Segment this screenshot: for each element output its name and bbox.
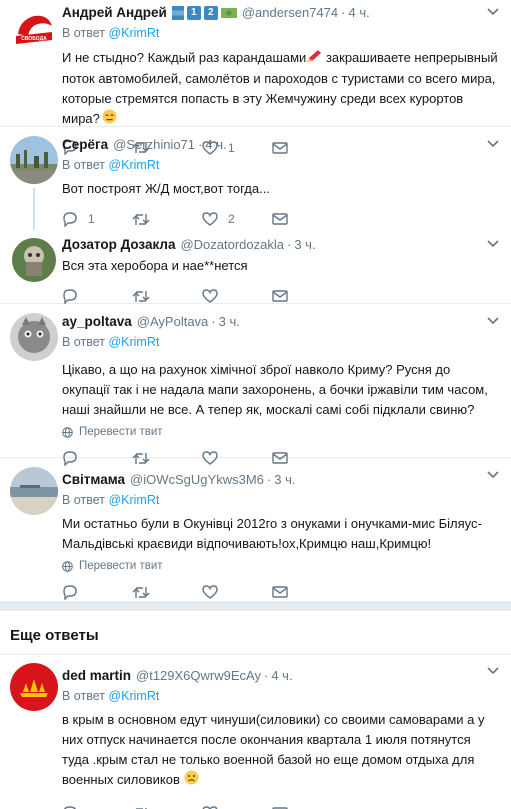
reply-to-line: В ответ @KrimRt [62,335,160,349]
reply-button[interactable] [62,805,132,809]
heart-icon [202,585,218,599]
money-icon [220,7,237,19]
tweet-text: Цікаво, а що на рахунок хімічної зброї н… [62,362,488,417]
reply-to-line: В ответ @KrimRt [62,689,160,703]
reply-to-line: В ответ @KrimRt [62,26,160,40]
timestamp[interactable]: 4 ч. [205,136,226,154]
flag-icon [171,6,184,20]
avatar-logo-icon [10,663,58,711]
translate-tweet-link[interactable]: Перевести твит [62,560,501,572]
author-name[interactable]: Серёга [62,136,108,154]
reply-to-link[interactable]: @KrimRt [108,493,159,507]
avatar[interactable] [10,136,58,184]
author-name[interactable]: Дозатор Дозакла [62,236,175,254]
reply-button[interactable]: 1 [62,211,132,227]
retweet-button[interactable] [132,213,202,226]
reply-to-link[interactable]: @KrimRt [108,689,159,703]
keycap-one-icon: 1 [186,6,201,20]
author-name[interactable]: Світмама [62,471,125,489]
tweet-actions: 1 2 [62,211,501,227]
svg-text:СВОБОДА: СВОБОДА [21,36,47,42]
author-name[interactable]: ay_poltava [62,313,132,331]
timestamp[interactable]: 3 ч. [294,236,315,254]
pencil-icon [306,49,322,69]
tweet[interactable]: ded martin @t129X6Qwrw9EcAy · 4 ч. В отв… [0,655,511,809]
envelope-icon [272,290,288,302]
like-button[interactable]: 2 [202,212,272,226]
envelope-icon [272,586,288,598]
author-name[interactable]: ded martin [62,667,131,685]
envelope-icon [272,213,288,225]
retweet-icon [132,290,150,302]
avatar[interactable] [10,663,58,711]
tweet-text: в крым в основном едут чинуши(силовики) … [62,710,501,791]
section-separator [0,601,511,611]
tweet[interactable]: Світмама @iOWcSgUgYkws3M6 · 3 ч. В ответ… [0,459,511,600]
author-handle[interactable]: @Serzhinio71 [113,136,195,154]
retweet-button[interactable] [132,586,202,599]
avatar-logo-icon: СВОБОДА [10,6,58,54]
timestamp[interactable]: 3 ч. [274,471,295,489]
author-handle[interactable]: @t129X6Qwrw9EcAy [136,667,261,685]
author-handle[interactable]: @iOWcSgUgYkws3M6 [130,471,264,489]
tweet[interactable]: ay_poltava @AyPoltava · 3 ч. В ответ @Kr… [0,305,511,466]
keycap-two-icon: 2 [203,6,218,20]
tweet[interactable]: Серёга @Serzhinio71 · 4 ч. В ответ @Krim… [0,128,511,230]
thread-connector [33,188,35,230]
reply-to-link[interactable]: @KrimRt [108,335,159,349]
tweet-actions [62,805,501,809]
tweet-text: Вся эта херобора и нае**нется [62,258,248,273]
reply-icon [63,288,77,304]
tweet-actions [62,288,501,304]
retweet-button[interactable] [132,290,202,303]
timestamp[interactable]: 4 ч. [348,4,369,22]
tweet-text: Ми остатньо були в Окунівці 2012го з ону… [62,516,482,551]
tweet-text: И не стыдно? Каждый раз карандашами закр… [62,48,501,130]
direct-message-button[interactable] [272,290,288,302]
globe-icon [62,560,73,572]
avatar-photo [10,313,58,361]
more-replies-heading: Еще ответы [10,627,99,644]
translate-tweet-link[interactable]: Перевести твит [62,426,501,438]
reply-to-line: В ответ @KrimRt [62,493,160,507]
direct-message-button[interactable] [272,586,288,598]
reply-icon [63,211,77,227]
avatar-photo [10,467,58,515]
tweet[interactable]: СВОБОДА Андрей Андрей 1 2 @andersen7474 … [0,0,511,156]
heart-icon [202,212,218,226]
avatar-photo [10,136,58,184]
reply-button[interactable] [62,288,132,304]
expressionless-face-icon [102,109,117,130]
retweet-icon [132,586,150,598]
heart-icon [202,289,218,303]
direct-message-button[interactable] [272,213,288,225]
tweet-text: Вот построят Ж/Д мост,вот тогда... [62,181,270,196]
slightly-frowning-face-icon [184,770,199,791]
avatar[interactable] [10,313,58,361]
avatar[interactable]: СВОБОДА [10,6,58,54]
author-handle[interactable]: @andersen7474 [242,4,338,22]
avatar[interactable] [10,467,58,515]
like-button[interactable] [202,289,272,303]
reply-button[interactable] [62,584,132,600]
reply-icon [63,805,77,809]
reply-to-line: В ответ @KrimRt [62,158,160,172]
avatar-photo [12,238,56,282]
author-name[interactable]: Андрей Андрей [62,4,167,22]
author-handle[interactable]: @AyPoltava [137,313,209,331]
globe-icon [62,426,73,438]
author-handle[interactable]: @Dozatordozakla [180,236,284,254]
avatar[interactable] [12,238,56,282]
timestamp[interactable]: 3 ч. [219,313,240,331]
reply-to-link[interactable]: @KrimRt [108,158,159,172]
tweet-actions [62,584,501,600]
reply-icon [63,584,77,600]
retweet-icon [132,213,150,225]
like-button[interactable] [202,585,272,599]
reply-to-link[interactable]: @KrimRt [108,26,159,40]
tweet[interactable]: Дозатор Дозакла @Dozatordozakla · 3 ч. В… [0,228,511,304]
timestamp[interactable]: 4 ч. [271,667,292,685]
